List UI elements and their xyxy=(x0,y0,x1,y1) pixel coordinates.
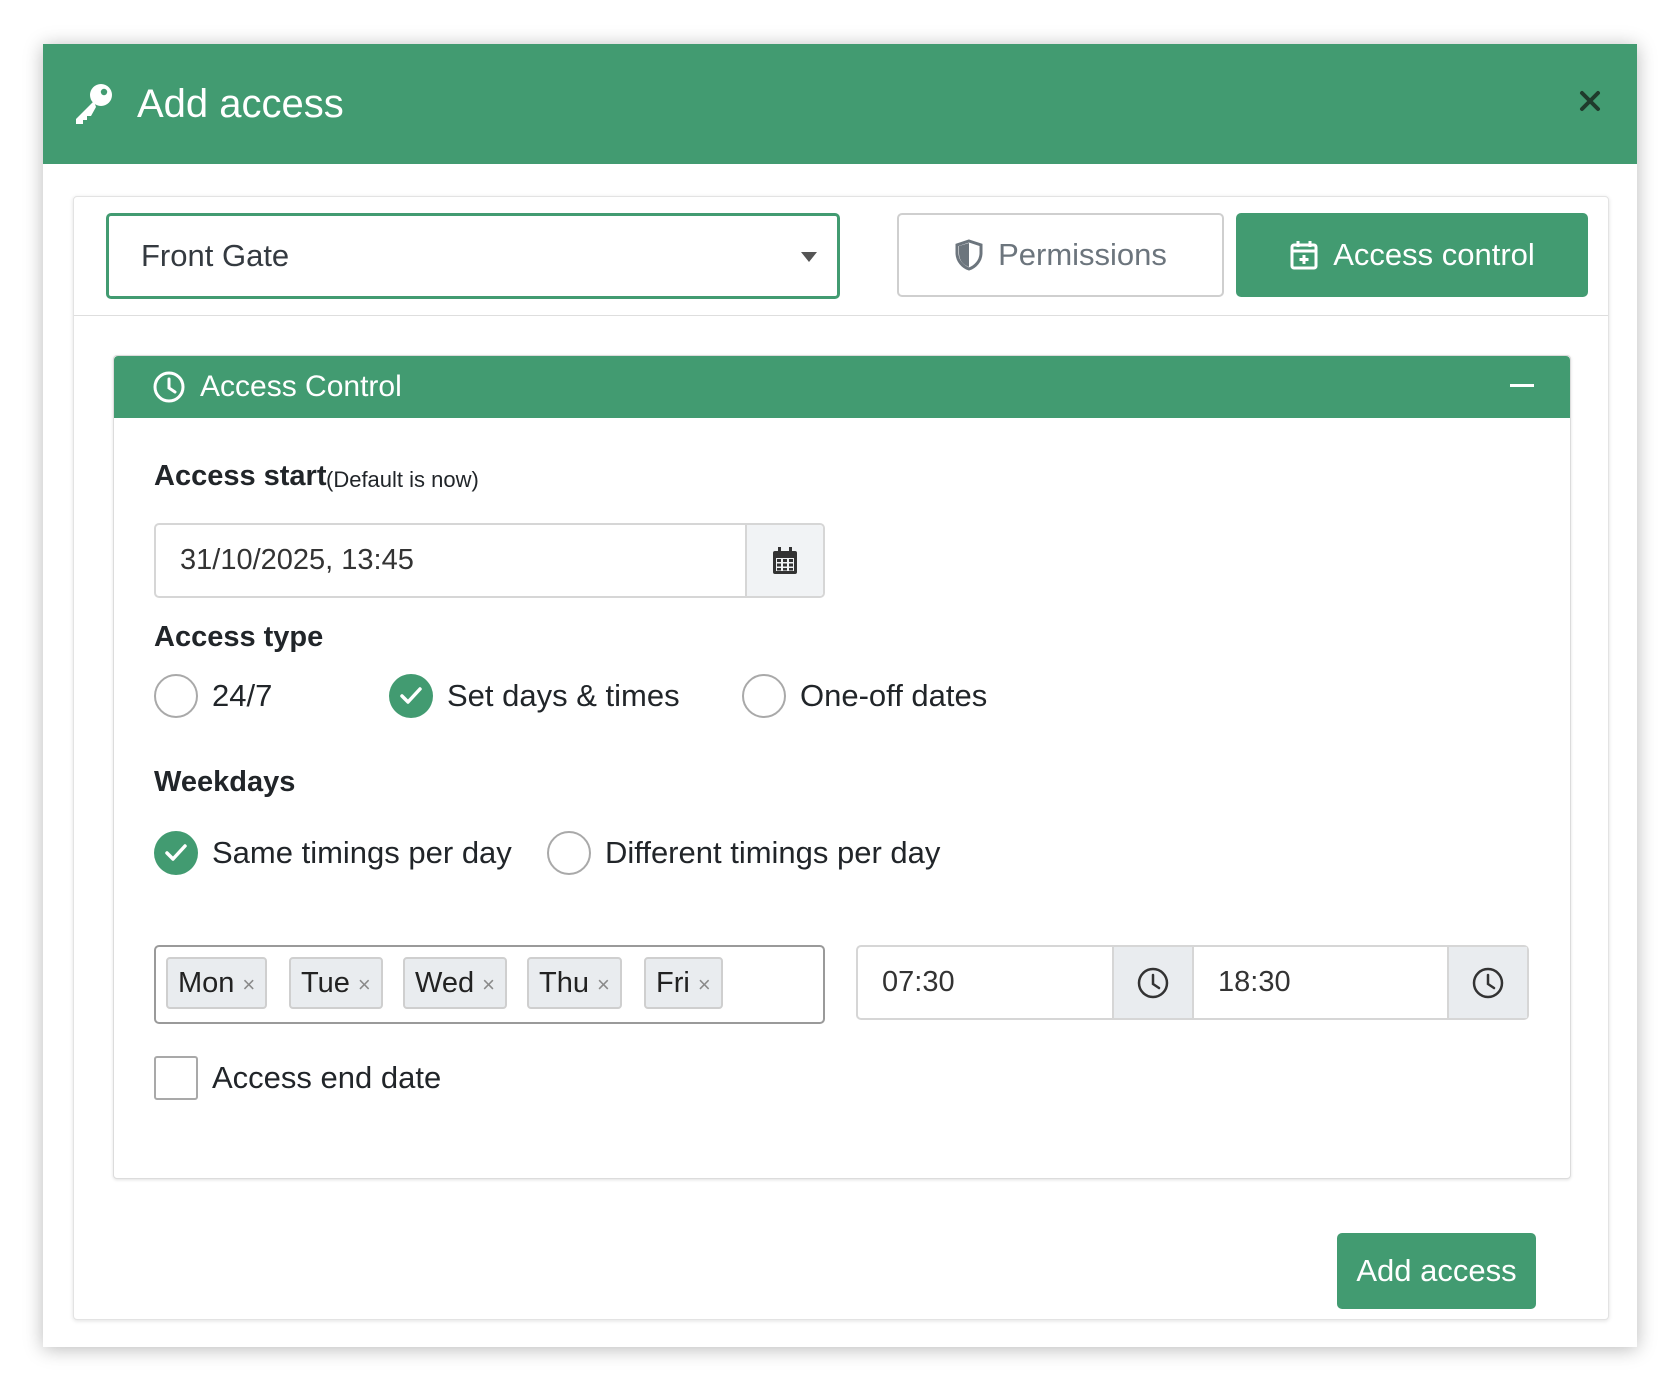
access-start-note: (Default is now) xyxy=(326,467,479,492)
tab-access-control[interactable]: Access control xyxy=(1236,213,1588,297)
remove-tag-icon[interactable]: × xyxy=(597,972,610,997)
modal-title: Add access xyxy=(137,82,344,126)
access-end-date-label[interactable]: Access end date xyxy=(212,1056,441,1100)
weekday-tags-input[interactable]: Mon × Tue × Wed × Thu × Fri × xyxy=(154,945,825,1024)
weekdays-label: Weekdays xyxy=(154,766,296,798)
radio-24-7[interactable] xyxy=(154,674,198,718)
radio-one-off-dates-label[interactable]: One-off dates xyxy=(800,674,987,718)
remove-tag-icon[interactable]: × xyxy=(482,972,495,997)
radio-different-timings-label[interactable]: Different timings per day xyxy=(605,831,940,875)
day-tag-mon: Mon × xyxy=(166,957,268,1009)
panel-title: Access Control xyxy=(200,370,402,403)
day-tag-label: Tue xyxy=(301,967,350,999)
add-access-button[interactable]: Add access xyxy=(1337,1233,1536,1309)
remove-tag-icon[interactable]: × xyxy=(698,972,711,997)
clock-icon xyxy=(1137,967,1169,998)
end-time-field[interactable]: 18:30 xyxy=(1192,945,1529,1020)
radio-same-timings-label[interactable]: Same timings per day xyxy=(212,831,512,875)
add-access-modal: Add access Front Gate Permissions Access… xyxy=(43,44,1637,1347)
day-tag-label: Thu xyxy=(539,967,589,999)
access-start-value: 31/10/2025, 13:45 xyxy=(180,544,414,576)
tab-permissions[interactable]: Permissions xyxy=(897,213,1224,297)
access-start-label: Access start xyxy=(154,460,327,492)
end-time-value: 18:30 xyxy=(1218,966,1291,998)
end-time-picker-button[interactable] xyxy=(1447,947,1527,1018)
tab-permissions-label: Permissions xyxy=(998,237,1167,272)
site-select[interactable]: Front Gate xyxy=(106,213,840,299)
key-icon xyxy=(76,84,112,124)
access-start-field[interactable]: 31/10/2025, 13:45 xyxy=(154,523,825,598)
check-icon xyxy=(400,687,422,704)
day-tag-label: Mon xyxy=(178,967,235,999)
remove-tag-icon[interactable]: × xyxy=(358,972,371,997)
radio-same-timings[interactable] xyxy=(154,831,198,875)
day-tag-thu: Thu × xyxy=(527,957,622,1009)
start-time-value: 07:30 xyxy=(882,966,955,998)
chevron-down-icon xyxy=(801,252,817,262)
day-tag-label: Fri xyxy=(656,967,690,999)
calendar-icon xyxy=(773,546,797,574)
close-icon[interactable] xyxy=(1569,80,1611,122)
calendar-plus-icon xyxy=(1290,241,1318,270)
collapse-icon[interactable] xyxy=(1510,384,1534,387)
tab-access-control-label: Access control xyxy=(1333,237,1535,272)
site-select-value: Front Gate xyxy=(141,238,290,273)
radio-set-days-times[interactable] xyxy=(389,674,433,718)
access-control-panel: Access Control Access start (Default is … xyxy=(113,355,1571,1179)
calendar-button[interactable] xyxy=(745,525,823,596)
access-end-date-checkbox[interactable] xyxy=(154,1056,198,1100)
radio-set-days-times-label[interactable]: Set days & times xyxy=(447,674,680,718)
clock-icon xyxy=(1472,967,1504,998)
remove-tag-icon[interactable]: × xyxy=(242,972,255,997)
modal-header: Add access xyxy=(43,44,1637,164)
access-control-panel-header[interactable]: Access Control xyxy=(114,356,1570,418)
radio-different-timings[interactable] xyxy=(547,831,591,875)
check-icon xyxy=(165,844,187,861)
shield-icon xyxy=(955,239,983,271)
radio-one-off-dates[interactable] xyxy=(742,674,786,718)
access-type-label: Access type xyxy=(154,621,324,653)
card-toolbar: Front Gate Permissions Access control xyxy=(74,197,1608,316)
radio-24-7-label[interactable]: 24/7 xyxy=(212,674,272,718)
day-tag-fri: Fri × xyxy=(644,957,723,1009)
day-tag-wed: Wed × xyxy=(403,957,507,1009)
start-time-picker-button[interactable] xyxy=(1112,947,1192,1018)
access-card: Front Gate Permissions Access control Ac… xyxy=(73,196,1609,1320)
clock-icon xyxy=(153,371,185,403)
start-time-field[interactable]: 07:30 xyxy=(856,945,1194,1020)
day-tag-label: Wed xyxy=(415,967,475,999)
day-tag-tue: Tue × xyxy=(289,957,383,1009)
